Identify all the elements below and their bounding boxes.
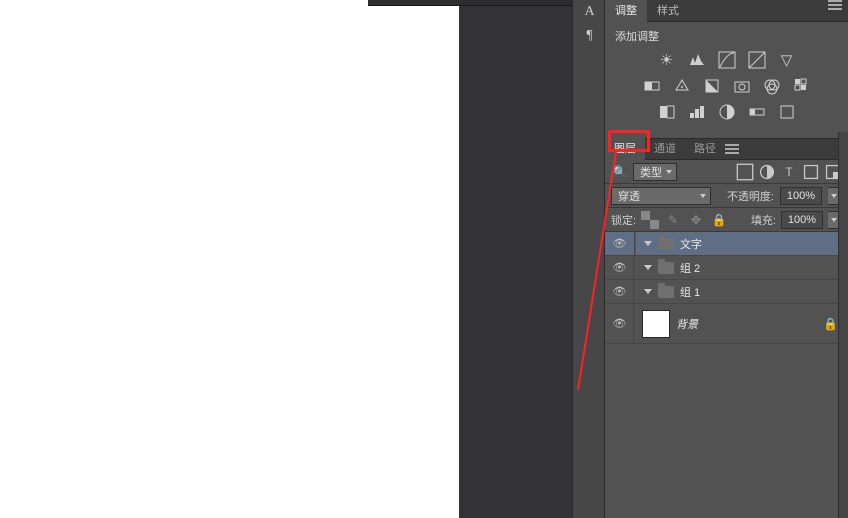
levels-icon[interactable] [686, 50, 708, 70]
layer-filter-row: 🔍 类型 T [605, 160, 848, 184]
tab-channels[interactable]: 通道 [645, 138, 685, 160]
paragraph-icon[interactable]: ¶ [573, 24, 606, 48]
lock-label: 锁定: [611, 212, 636, 228]
visibility-toggle-icon[interactable]: 👁 [605, 232, 635, 255]
photo-filter-icon[interactable] [731, 76, 753, 96]
layer-locked-icon[interactable]: 🔒 [823, 317, 838, 331]
color-lookup-icon[interactable] [791, 76, 813, 96]
layer-name[interactable]: 背景 [676, 316, 698, 332]
layer-row[interactable]: 👁 组 1 [605, 280, 848, 304]
toolbar-strip [368, 0, 600, 6]
panel-menu-icon[interactable] [826, 4, 844, 16]
lock-all-icon[interactable]: 🔒 [710, 211, 728, 229]
fill-value[interactable]: 100% [781, 211, 823, 229]
visibility-toggle-icon[interactable]: 👁 [605, 280, 635, 303]
adjustments-tabbar: 调整 样式 [605, 0, 848, 22]
selective-color-icon[interactable] [776, 102, 798, 122]
tab-layers[interactable]: 图层 [605, 138, 645, 160]
threshold-icon[interactable] [716, 102, 738, 122]
invert-icon[interactable] [656, 102, 678, 122]
layer-row[interactable]: 👁 组 2 [605, 256, 848, 280]
black-white-icon[interactable] [701, 76, 723, 96]
opacity-value[interactable]: 100% [780, 187, 822, 205]
twirl-icon[interactable] [644, 241, 652, 246]
filter-type-dropdown[interactable]: 类型 [633, 163, 677, 181]
layer-name[interactable]: 组 2 [680, 260, 700, 276]
lock-image-icon[interactable]: ✎ [664, 211, 682, 229]
canvas-dark-area [459, 0, 572, 518]
layer-name[interactable]: 组 1 [680, 284, 700, 300]
lock-transparent-icon[interactable] [641, 211, 659, 229]
blend-opacity-row: 穿透 不透明度: 100% [605, 184, 848, 208]
visibility-toggle-icon[interactable]: 👁 [605, 304, 635, 343]
layer-list: 👁 文字 👁 组 2 👁 组 1 👁 [605, 232, 848, 344]
filter-search-icon[interactable]: 🔍 [611, 163, 629, 181]
layer-name[interactable]: 文字 [680, 236, 702, 252]
brightness-contrast-icon[interactable]: ☀ [656, 50, 678, 70]
lock-position-icon[interactable]: ✥ [687, 211, 705, 229]
folder-icon [658, 262, 674, 274]
exposure-icon[interactable] [746, 50, 768, 70]
layer-row[interactable]: 👁 文字 [605, 232, 848, 256]
color-balance-icon[interactable] [671, 76, 693, 96]
visibility-toggle-icon[interactable]: 👁 [605, 256, 635, 279]
gradient-map-icon[interactable] [746, 102, 768, 122]
vibrance-icon[interactable]: ▽ [776, 50, 798, 70]
folder-icon [658, 286, 674, 298]
twirl-icon[interactable] [644, 289, 652, 294]
right-panels: 调整 样式 添加调整 ☀ ▽ 图层 通道 [605, 0, 848, 518]
tab-paths[interactable]: 路径 [685, 138, 725, 160]
hue-saturation-icon[interactable] [641, 76, 663, 96]
layers-panel-menu-icon[interactable] [725, 148, 739, 150]
fill-label: 填充: [751, 212, 776, 228]
panel-scrollbar[interactable] [838, 132, 848, 518]
filter-shape-icon[interactable] [802, 163, 820, 181]
filter-pixel-icon[interactable] [736, 163, 754, 181]
blend-mode-dropdown[interactable]: 穿透 [611, 187, 711, 205]
vertical-toolbar: A ¶ [572, 0, 605, 518]
adjustments-title: 添加调整 [615, 28, 838, 44]
adjustments-panel: 添加调整 ☀ ▽ [605, 22, 848, 138]
folder-icon [658, 238, 674, 250]
filter-adjustment-icon[interactable] [758, 163, 776, 181]
posterize-icon[interactable] [686, 102, 708, 122]
twirl-icon[interactable] [644, 265, 652, 270]
lock-fill-row: 锁定: ✎ ✥ 🔒 填充: 100% [605, 208, 848, 232]
layer-row[interactable]: 👁 背景 🔒 [605, 304, 848, 344]
tab-adjustments[interactable]: 调整 [605, 0, 647, 22]
curves-icon[interactable] [716, 50, 738, 70]
type-vertical-icon[interactable]: A [573, 0, 606, 24]
opacity-label: 不透明度: [727, 188, 774, 204]
channel-mixer-icon[interactable] [761, 76, 783, 96]
filter-type-text-icon[interactable]: T [780, 163, 798, 181]
layer-thumbnail[interactable] [642, 310, 670, 338]
tab-styles[interactable]: 样式 [647, 0, 689, 22]
canvas-white [0, 0, 459, 518]
layers-tabbar: 图层 通道 路径 [605, 138, 848, 160]
